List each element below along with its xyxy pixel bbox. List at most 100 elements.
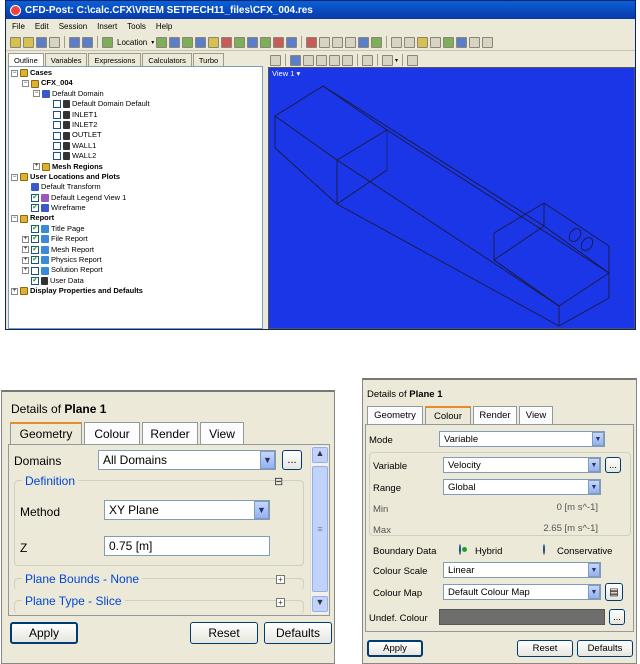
comment-icon[interactable] bbox=[358, 36, 370, 48]
menu-edit[interactable]: Edit bbox=[35, 22, 49, 31]
open-icon[interactable] bbox=[10, 36, 21, 48]
tab-turbo[interactable]: Turbo bbox=[192, 53, 225, 66]
mesh-calc-icon[interactable] bbox=[482, 36, 494, 48]
menu-insert[interactable]: Insert bbox=[97, 22, 117, 31]
instance-transform-icon[interactable] bbox=[273, 36, 285, 48]
colour-map-select[interactable]: Default Colour Map ▼ bbox=[443, 584, 601, 600]
tab-render[interactable]: Render bbox=[473, 406, 517, 424]
visibility-checkbox[interactable] bbox=[31, 202, 39, 213]
pan-icon[interactable] bbox=[303, 54, 314, 66]
tree-item[interactable]: WALL1 bbox=[11, 141, 260, 151]
defaults-button[interactable]: Defaults bbox=[264, 622, 332, 644]
visibility-checkbox[interactable] bbox=[31, 254, 39, 265]
load-results-icon[interactable] bbox=[23, 36, 34, 48]
variable-select[interactable]: Velocity ▼ bbox=[443, 457, 601, 473]
figure-icon[interactable] bbox=[371, 36, 383, 48]
visibility-checkbox[interactable] bbox=[53, 100, 61, 109]
particle-track-icon[interactable] bbox=[195, 36, 207, 48]
select-icon[interactable] bbox=[270, 54, 281, 66]
expand-icon[interactable]: + bbox=[22, 256, 29, 264]
reset-button[interactable]: Reset bbox=[517, 640, 573, 657]
tree-item[interactable]: WALL2 bbox=[11, 151, 260, 161]
visibility-checkbox[interactable] bbox=[31, 244, 39, 254]
color-map-icon[interactable] bbox=[286, 36, 298, 48]
tree-item[interactable]: − CFX_004 bbox=[11, 78, 260, 88]
visibility-checkbox[interactable] bbox=[31, 223, 39, 233]
defaults-button[interactable]: Defaults bbox=[577, 640, 633, 657]
domains-select[interactable]: All Domains ▼ bbox=[98, 450, 276, 470]
collapse-icon[interactable]: − bbox=[22, 80, 29, 88]
3d-viewer[interactable]: View 1 ▾ bbox=[268, 67, 635, 329]
collapse-icon[interactable]: − bbox=[11, 215, 18, 223]
expression-icon[interactable] bbox=[319, 36, 331, 48]
viewport-layout-icon[interactable] bbox=[382, 54, 393, 66]
tree-item[interactable]: + File Report bbox=[11, 233, 260, 244]
expand-icon[interactable]: + bbox=[276, 575, 285, 584]
tree-item[interactable]: Default Legend View 1 bbox=[11, 192, 260, 203]
redo-icon[interactable] bbox=[82, 36, 93, 48]
collapse-icon[interactable]: − bbox=[11, 69, 18, 77]
chevron-down-icon[interactable]: ▼ bbox=[254, 501, 269, 519]
variable-icon[interactable] bbox=[306, 36, 318, 48]
tab-colour[interactable]: Colour bbox=[425, 406, 471, 424]
volume-rendering-icon[interactable] bbox=[208, 36, 220, 48]
expand-icon[interactable]: + bbox=[33, 163, 40, 171]
zoom-box-icon[interactable] bbox=[329, 54, 340, 66]
location-icon[interactable] bbox=[102, 36, 113, 48]
mode-select[interactable]: Variable ▼ bbox=[439, 431, 605, 447]
undef-colour-swatch[interactable] bbox=[439, 609, 605, 625]
tree-item[interactable]: + Display Properties and Defaults bbox=[11, 286, 260, 296]
visibility-checkbox[interactable] bbox=[31, 275, 39, 285]
tree-item[interactable]: OUTLET bbox=[11, 130, 260, 140]
tree-item[interactable]: − User Locations and Plots bbox=[11, 172, 260, 182]
variable-more-button[interactable]: ... bbox=[605, 457, 621, 473]
tab-expressions[interactable]: Expressions bbox=[88, 53, 142, 66]
contour-icon[interactable] bbox=[169, 36, 181, 48]
tab-colour[interactable]: Colour bbox=[84, 422, 140, 444]
clock-icon[interactable] bbox=[391, 36, 403, 48]
chart-icon[interactable] bbox=[345, 36, 357, 48]
chevron-down-icon[interactable]: ▾ bbox=[395, 57, 398, 64]
tree-item[interactable]: − Default Domain bbox=[11, 89, 260, 99]
visibility-checkbox[interactable] bbox=[53, 141, 61, 150]
case-compare-icon[interactable] bbox=[469, 36, 481, 48]
fit-view-icon[interactable] bbox=[362, 54, 373, 66]
collapse-icon[interactable]: − bbox=[33, 90, 40, 98]
tree-item[interactable]: + Mesh Report bbox=[11, 244, 260, 255]
expand-icon[interactable]: + bbox=[22, 267, 29, 275]
tree-item[interactable]: INLET1 bbox=[11, 110, 260, 120]
plane-type-title[interactable]: Plane Type - Slice bbox=[22, 594, 125, 608]
function-calc-icon[interactable] bbox=[443, 36, 455, 48]
scroll-up-icon[interactable]: ▲ bbox=[312, 447, 328, 463]
tab-view[interactable]: View bbox=[200, 422, 244, 444]
axis-icon[interactable] bbox=[407, 54, 419, 66]
plane-bounds-title[interactable]: Plane Bounds - None bbox=[22, 572, 143, 586]
tree-item[interactable]: INLET2 bbox=[11, 120, 260, 130]
details-scrollbar[interactable]: ▲ ≡ ▼ bbox=[310, 446, 328, 614]
undef-colour-more-button[interactable]: ... bbox=[609, 609, 625, 625]
visibility-checkbox[interactable] bbox=[31, 192, 39, 202]
visibility-checkbox[interactable] bbox=[53, 152, 61, 161]
tab-geometry[interactable]: Geometry bbox=[10, 422, 82, 444]
chevron-down-icon[interactable]: ▼ bbox=[592, 432, 604, 446]
reset-button[interactable]: Reset bbox=[190, 622, 258, 644]
save-icon[interactable] bbox=[36, 36, 47, 48]
table-icon[interactable] bbox=[332, 36, 344, 48]
range-select[interactable]: Global ▼ bbox=[443, 479, 601, 495]
menu-file[interactable]: File bbox=[12, 22, 25, 31]
chevron-down-icon[interactable]: ▼ bbox=[260, 451, 275, 469]
scroll-down-icon[interactable]: ▼ bbox=[312, 596, 328, 612]
tree-item[interactable]: Title Page bbox=[11, 223, 260, 234]
menu-session[interactable]: Session bbox=[59, 22, 87, 31]
rotate-icon[interactable] bbox=[290, 54, 301, 66]
animation-icon[interactable] bbox=[404, 36, 416, 48]
quick-editor-icon[interactable] bbox=[417, 36, 429, 48]
tree-item[interactable]: User Data bbox=[11, 275, 260, 286]
tree-item[interactable]: − Cases bbox=[11, 68, 260, 78]
z-input[interactable]: 0.75 [m] bbox=[104, 536, 270, 556]
hybrid-radio[interactable] bbox=[459, 544, 461, 555]
chevron-down-icon[interactable]: ▼ bbox=[588, 563, 600, 577]
streamline-icon[interactable] bbox=[182, 36, 194, 48]
zoom-fit-icon[interactable] bbox=[342, 54, 353, 66]
collapse-icon[interactable]: ⊟ bbox=[274, 475, 283, 488]
